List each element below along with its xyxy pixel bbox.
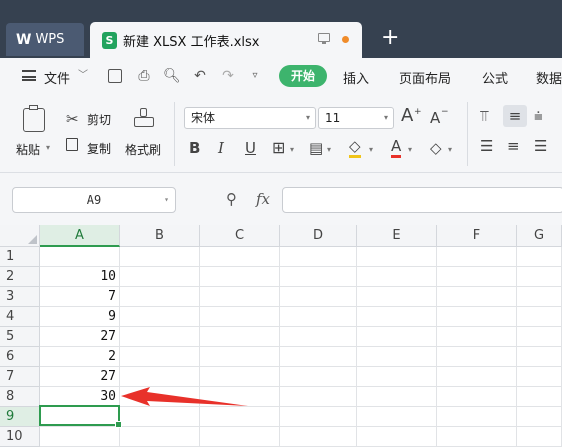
red-arrow-icon (121, 387, 248, 406)
annotation-arrow (121, 387, 248, 406)
